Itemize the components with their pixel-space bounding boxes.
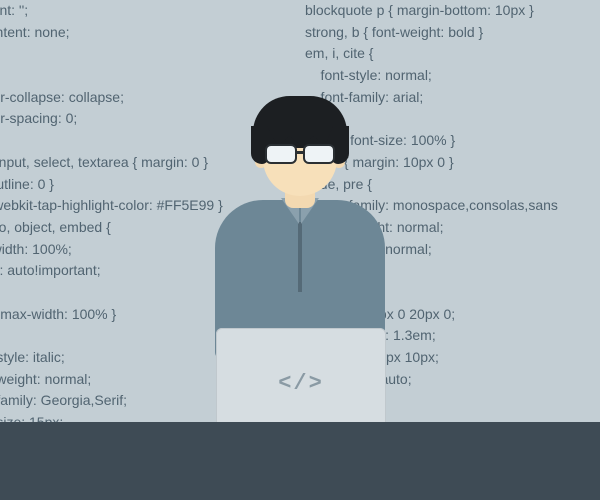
desk	[0, 422, 600, 500]
lens-left	[267, 146, 295, 162]
developer-figure	[235, 90, 365, 350]
hair-fringe	[267, 126, 333, 146]
glasses	[267, 146, 333, 164]
developer-illustration: { "code_left": "ntent: '';\n ntent: none…	[0, 0, 600, 500]
glasses-bridge	[295, 151, 305, 154]
shirt-placket	[298, 222, 302, 292]
lens-right	[305, 146, 333, 162]
